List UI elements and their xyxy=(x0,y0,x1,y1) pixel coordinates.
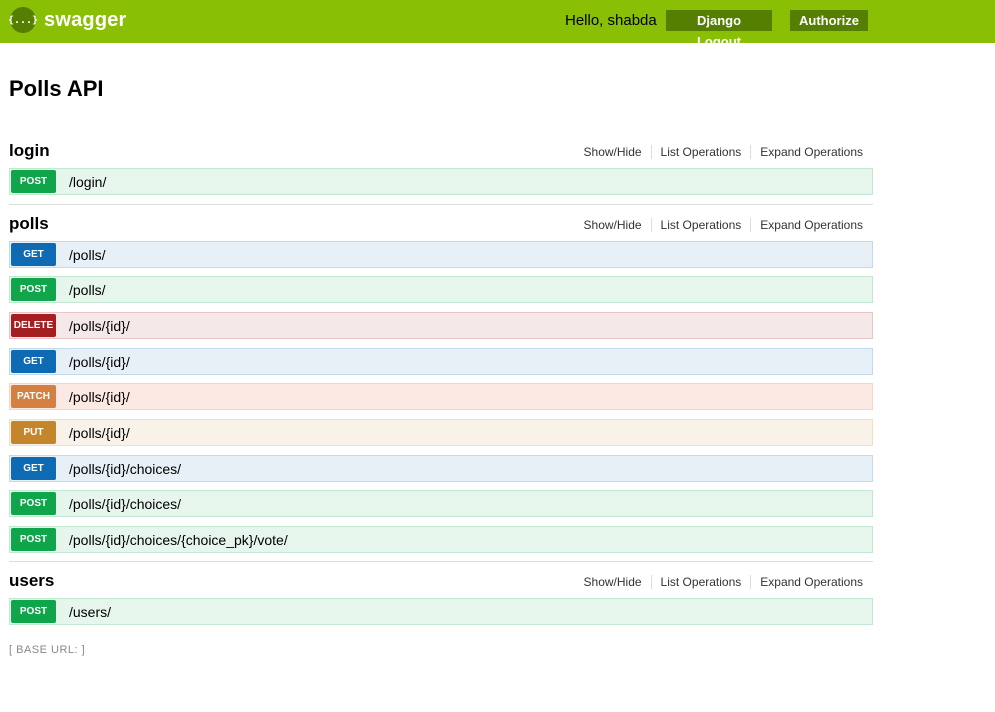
method-badge[interactable]: GET xyxy=(11,243,56,266)
operation-row[interactable]: GET /polls/ xyxy=(9,241,873,268)
method-badge[interactable]: PATCH xyxy=(11,385,56,408)
operation-path[interactable]: /polls/{id}/ xyxy=(69,354,130,370)
show-hide-link[interactable]: Show/Hide xyxy=(575,218,651,232)
method-badge[interactable]: POST xyxy=(11,600,56,623)
swagger-logo-icon: {...} xyxy=(8,7,38,33)
user-greeting: Hello, shabda xyxy=(565,12,657,29)
expand-operations-link[interactable]: Expand Operations xyxy=(750,575,863,589)
operation-path[interactable]: /polls/ xyxy=(69,282,106,298)
show-hide-link[interactable]: Show/Hide xyxy=(575,575,651,589)
operation-path[interactable]: /polls/{id}/choices/ xyxy=(69,461,181,477)
django-logout-button[interactable]: Django Logout xyxy=(666,10,772,49)
operation-row[interactable]: GET /polls/{id}/ xyxy=(9,348,873,375)
expand-operations-link[interactable]: Expand Operations xyxy=(750,145,863,159)
section-divider xyxy=(9,561,873,562)
swagger-logo[interactable]: {...} swagger xyxy=(8,7,127,33)
operation-row[interactable]: POST /polls/{id}/choices/ xyxy=(9,490,873,517)
section-actions-polls: Show/Hide List Operations Expand Operati… xyxy=(575,218,863,232)
operation-row[interactable]: POST /polls/{id}/choices/{choice_pk}/vot… xyxy=(9,526,873,553)
operation-row[interactable]: GET /polls/{id}/choices/ xyxy=(9,455,873,482)
method-badge[interactable]: POST xyxy=(11,170,56,193)
operation-path[interactable]: /polls/{id}/choices/{choice_pk}/vote/ xyxy=(69,532,288,548)
section-actions-login: Show/Hide List Operations Expand Operati… xyxy=(575,145,863,159)
top-bar: {...} swagger Hello, shabda Django Logou… xyxy=(0,0,995,49)
method-badge[interactable]: POST xyxy=(11,528,56,551)
operation-path[interactable]: /users/ xyxy=(69,604,111,620)
operation-row[interactable]: PATCH /polls/{id}/ xyxy=(9,383,873,410)
section-title-users[interactable]: users xyxy=(9,571,54,591)
operation-path[interactable]: /login/ xyxy=(69,174,106,190)
method-badge[interactable]: POST xyxy=(11,492,56,515)
operation-path[interactable]: /polls/{id}/choices/ xyxy=(69,496,181,512)
operation-path[interactable]: /polls/{id}/ xyxy=(69,318,130,334)
operation-row[interactable]: PUT /polls/{id}/ xyxy=(9,419,873,446)
operation-row[interactable]: POST /polls/ xyxy=(9,276,873,303)
base-url-footer: [ BASE URL: ] xyxy=(9,644,86,656)
list-operations-link[interactable]: List Operations xyxy=(650,575,751,589)
operation-path[interactable]: /polls/{id}/ xyxy=(69,389,130,405)
expand-operations-link[interactable]: Expand Operations xyxy=(750,218,863,232)
section-title-login[interactable]: login xyxy=(9,141,50,161)
method-badge[interactable]: PUT xyxy=(11,421,56,444)
page-title: Polls API xyxy=(9,76,104,101)
method-badge[interactable]: POST xyxy=(11,278,56,301)
list-operations-link[interactable]: List Operations xyxy=(650,218,751,232)
list-operations-link[interactable]: List Operations xyxy=(650,145,751,159)
method-badge[interactable]: GET xyxy=(11,457,56,480)
method-badge[interactable]: DELETE xyxy=(11,314,56,337)
show-hide-link[interactable]: Show/Hide xyxy=(575,145,651,159)
swagger-logo-text: swagger xyxy=(44,8,127,31)
section-title-polls[interactable]: polls xyxy=(9,214,49,234)
operation-row[interactable]: DELETE /polls/{id}/ xyxy=(9,312,873,339)
operation-path[interactable]: /polls/{id}/ xyxy=(69,425,130,441)
section-divider xyxy=(9,204,873,205)
method-badge[interactable]: GET xyxy=(11,350,56,373)
section-actions-users: Show/Hide List Operations Expand Operati… xyxy=(575,575,863,589)
operation-path[interactable]: /polls/ xyxy=(69,247,106,263)
operation-row[interactable]: POST /login/ xyxy=(9,168,873,195)
authorize-button[interactable]: Authorize xyxy=(790,10,868,31)
operation-row[interactable]: POST /users/ xyxy=(9,598,873,625)
